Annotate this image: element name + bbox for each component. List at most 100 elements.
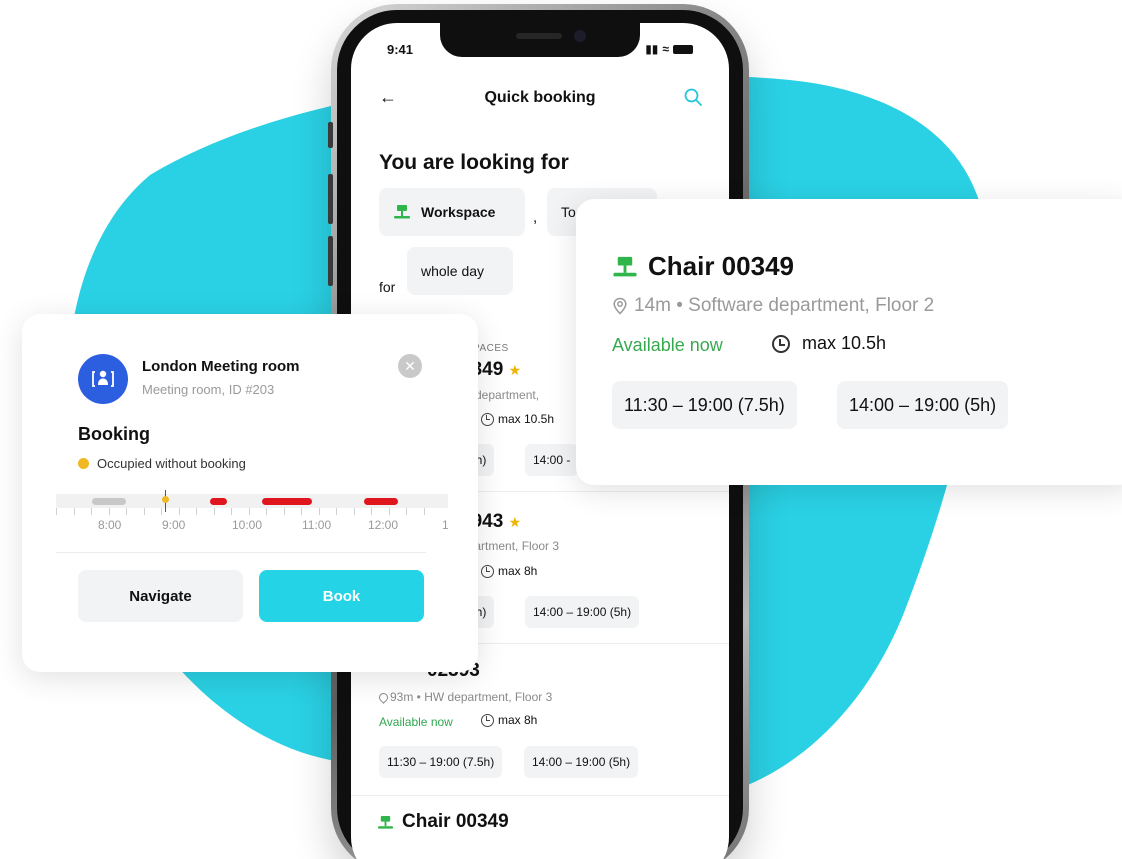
search-icon[interactable] — [683, 87, 703, 107]
desk-icon — [394, 205, 410, 219]
booking-title: Booking — [78, 424, 150, 444]
workspace-item-location-text: 93m • HW department, Floor 3 — [390, 690, 553, 704]
clock-icon — [481, 713, 494, 727]
chair-card[interactable]: Chair 00349 14m • Software department, F… — [576, 199, 1122, 485]
chair-title: Chair 00349 — [612, 251, 794, 282]
timeline-tick — [161, 508, 162, 515]
timeline-tick — [196, 508, 197, 515]
signal-icon: ▮▮ — [645, 42, 659, 56]
timeline-busy-segment — [364, 498, 398, 505]
speaker-grille — [516, 33, 562, 39]
workspace-item-max-text: max 8h — [498, 713, 538, 727]
timeline-tick — [126, 508, 127, 515]
workspace-item-title[interactable]: Chair 00349 — [377, 811, 509, 833]
battery-icon — [673, 44, 693, 54]
close-icon[interactable]: ✕ — [398, 354, 422, 378]
timeline-tick — [178, 508, 180, 515]
workspace-item-max: max 8h — [481, 713, 537, 727]
workspace-item-max-text: max 10.5h — [498, 412, 555, 426]
timeline-tick — [266, 508, 267, 515]
time-chip-label: To — [561, 204, 576, 220]
timeline-label: 8:00 — [98, 518, 122, 532]
workspace-type-label: Workspace — [421, 204, 496, 220]
status-dot-icon — [78, 458, 89, 469]
chair-max-duration: max 10.5h — [772, 333, 886, 354]
availability-label: Available now — [379, 715, 453, 729]
chair-max-text: max 10.5h — [802, 333, 887, 353]
chair-title-text: Chair 00349 — [648, 251, 794, 281]
camera-icon — [574, 30, 586, 42]
availability-label: Available now — [612, 335, 723, 355]
booking-status-text: Occupied without booking — [97, 456, 246, 471]
timeline-tick — [143, 508, 145, 515]
workspace-item-max: max 10.5h — [481, 412, 554, 426]
clock-icon — [481, 412, 494, 426]
timeline-tick — [108, 508, 110, 515]
desk-icon — [613, 256, 637, 276]
wifi-icon: ≈ — [662, 42, 669, 56]
booking-status: Occupied without booking — [78, 456, 246, 471]
workspace-item-max: max 8h — [481, 564, 537, 578]
timeline-past-segment — [92, 498, 126, 505]
desk-icon — [378, 815, 393, 829]
timeline-label: 1 — [442, 518, 449, 532]
chair-location-text: 14m • Software department, Floor 2 — [634, 295, 935, 316]
for-label: for — [379, 279, 396, 295]
timeline-tick — [231, 508, 232, 515]
meeting-room-subtitle: Meeting room, ID #203 — [142, 382, 275, 397]
looking-for-title: You are looking for — [379, 151, 569, 174]
status-time: 9:41 — [387, 42, 414, 57]
timeline-tick — [213, 508, 215, 515]
time-slot[interactable]: 14:00 - — [525, 444, 579, 476]
workspace-item-title-text: Chair 00349 — [402, 811, 509, 832]
people-icon — [92, 370, 114, 387]
workspace-item-max-text: max 8h — [498, 564, 538, 578]
timeline-tick — [73, 508, 75, 515]
chair-location: 14m • Software department, Floor 2 — [612, 295, 934, 317]
timeline-tick — [388, 508, 390, 515]
timeline-now-dot — [162, 496, 169, 503]
timeline-label: 12:00 — [368, 518, 399, 532]
timeline-tick — [423, 508, 425, 515]
timeline-tick — [248, 508, 250, 515]
time-slot[interactable]: 11:30 – 19:00 (7.5h) — [612, 381, 797, 429]
timeline-tick — [353, 508, 355, 515]
book-button[interactable]: Book — [259, 570, 424, 622]
star-icon: ★ — [508, 362, 522, 378]
clock-icon — [481, 564, 494, 578]
timeline-label: 11:00 — [302, 518, 332, 532]
time-slot[interactable]: 11:30 – 19:00 (7.5h) — [379, 746, 503, 778]
navigate-button[interactable]: Navigate — [78, 570, 243, 622]
booking-timeline[interactable]: 8:00 9:00 10:00 11:00 12:00 1 — [56, 490, 449, 538]
status-icons: ▮▮ ≈ — [645, 42, 693, 56]
star-icon: ★ — [508, 514, 522, 530]
phone-volume-down — [328, 236, 333, 286]
clock-icon — [772, 334, 790, 353]
chip-separator: , — [533, 209, 538, 226]
phone-volume-up — [328, 174, 333, 224]
meeting-room-avatar — [78, 354, 128, 404]
meeting-room-name: London Meeting room — [142, 358, 300, 375]
time-slot[interactable]: 14:00 – 19:00 (5h) — [837, 381, 1009, 429]
phone-notch — [440, 23, 640, 57]
list-divider — [351, 795, 729, 796]
timeline-tick — [91, 508, 92, 515]
card-divider — [56, 552, 426, 553]
location-pin-icon — [377, 690, 390, 704]
timeline-busy-segment — [262, 498, 312, 505]
duration-chip-label: whole day — [421, 263, 485, 279]
meeting-room-card[interactable]: London Meeting room Meeting room, ID #20… — [22, 314, 478, 672]
duration-chip[interactable]: whole day — [407, 247, 513, 295]
timeline-tick — [56, 508, 57, 515]
workspace-item-location: 93m • HW department, Floor 3 — [377, 690, 553, 704]
timeline-tick — [301, 508, 302, 515]
timeline-tick — [371, 508, 372, 515]
time-slot[interactable]: 14:00 – 19:00 (5h) — [524, 746, 639, 778]
workspace-type-chip[interactable]: Workspace — [379, 188, 525, 236]
timeline-tick — [336, 508, 337, 515]
location-pin-icon — [613, 297, 627, 315]
timeline-tick — [406, 508, 407, 515]
timeline-tick — [283, 508, 285, 515]
time-slot[interactable]: 14:00 – 19:00 (5h) — [525, 596, 640, 628]
page-title: Quick booking — [484, 89, 596, 106]
